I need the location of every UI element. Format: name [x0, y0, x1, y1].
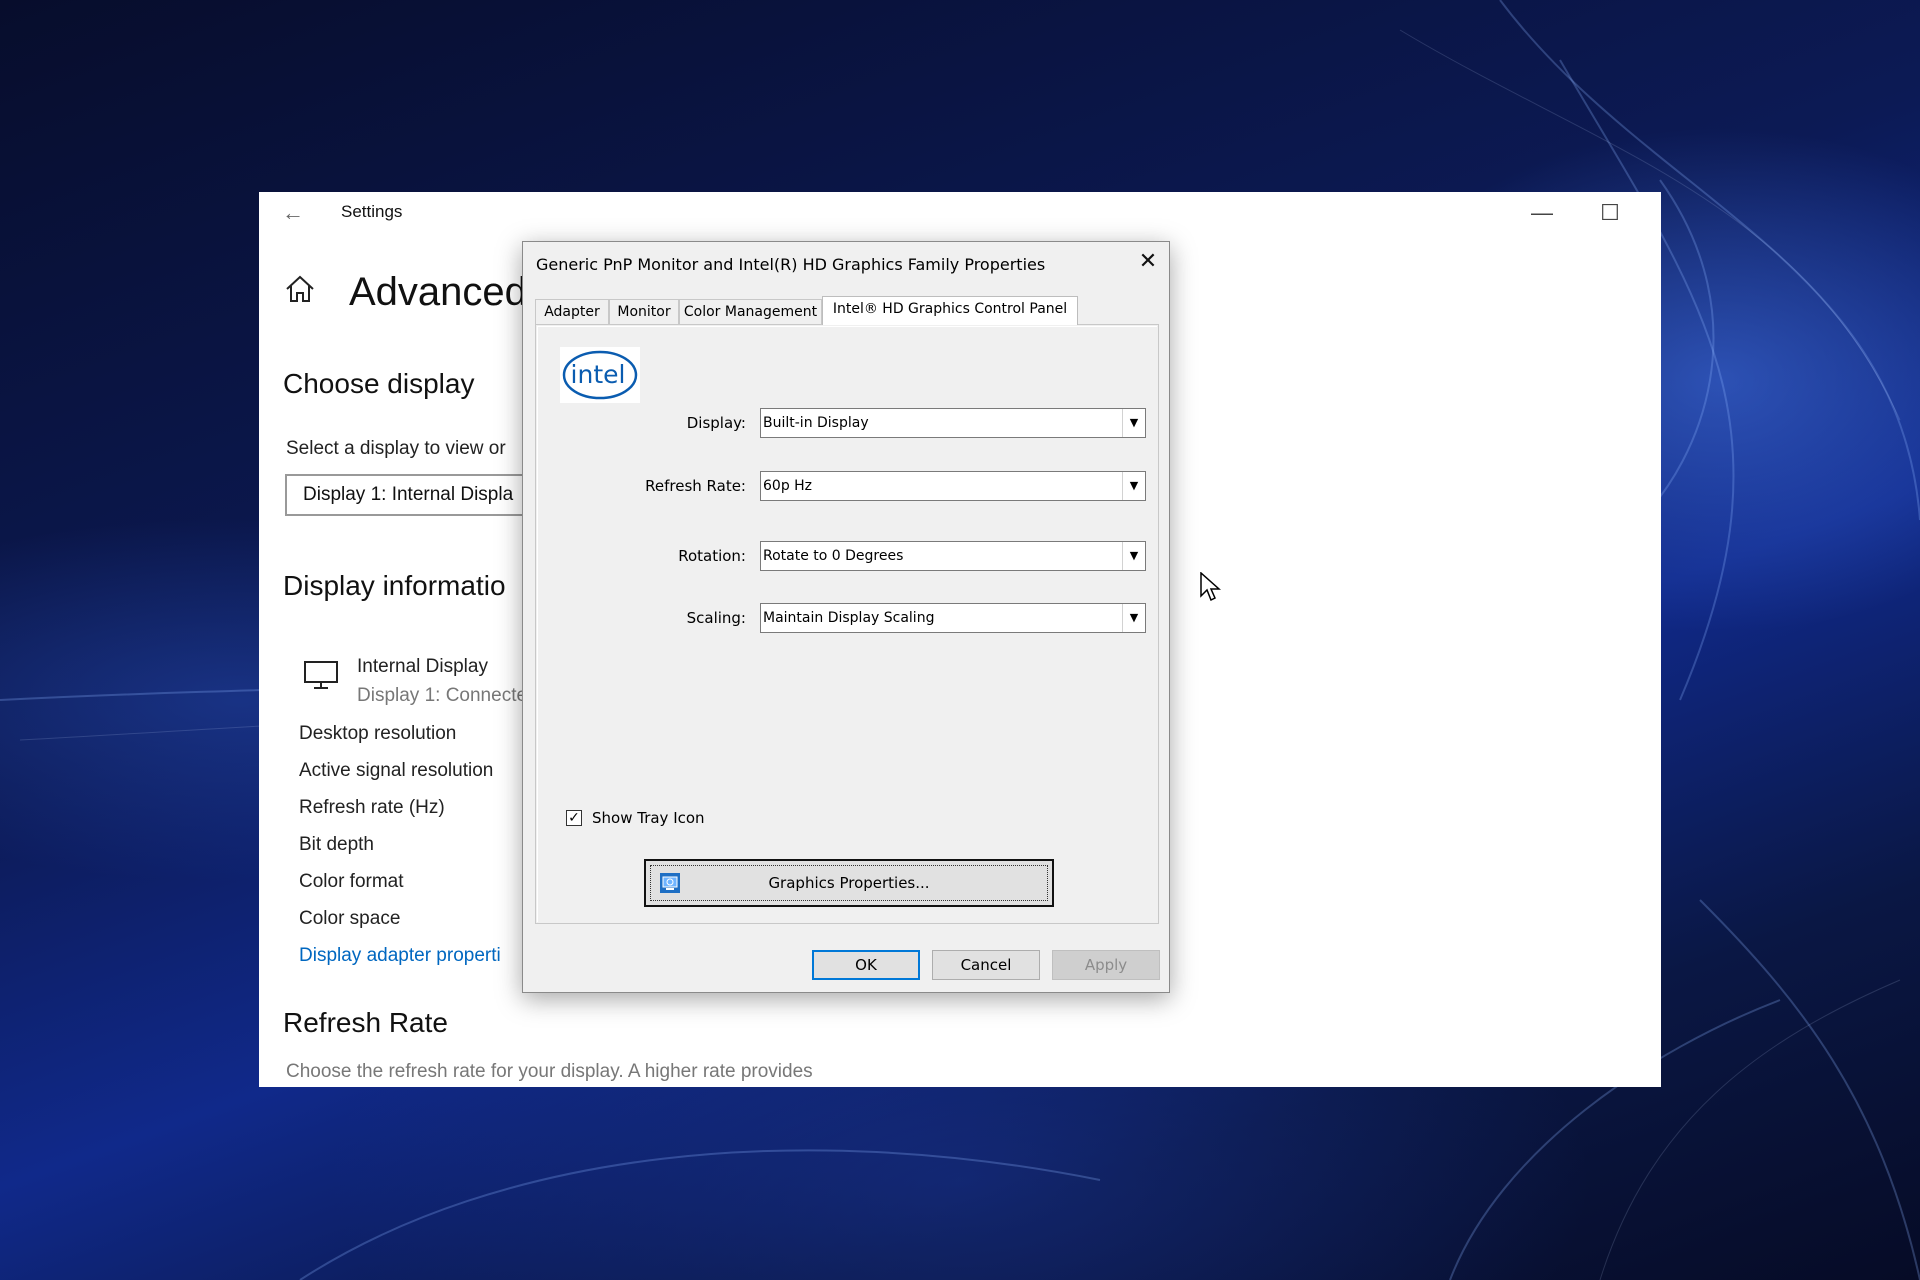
cancel-button[interactable]: Cancel	[932, 950, 1040, 980]
display-field-label: Display:	[686, 414, 746, 432]
checkmark-icon: ✓	[568, 810, 580, 826]
color-format-label: Color format	[299, 871, 404, 892]
refresh-rate-dropdown[interactable]: 60p Hz ▼	[760, 471, 1146, 501]
color-space-label: Color space	[299, 908, 401, 929]
intel-control-panel-tab-panel: intel Display: Built-in Display ▼ Refres…	[535, 324, 1159, 924]
tab-intel-hd-graphics-control-panel[interactable]: Intel® HD Graphics Control Panel	[822, 296, 1078, 325]
rotation-dropdown-value: Rotate to 0 Degrees	[763, 548, 904, 564]
show-tray-icon-checkbox[interactable]: ✓	[566, 810, 582, 826]
dialog-close-button[interactable]: ✕	[1130, 246, 1166, 278]
choose-display-description: Select a display to view or	[286, 438, 506, 459]
settings-window-title: Settings	[341, 202, 403, 221]
show-tray-icon-label: Show Tray Icon	[592, 809, 705, 827]
dialog-title: Generic PnP Monitor and Intel(R) HD Grap…	[536, 255, 1046, 274]
scaling-dropdown[interactable]: Maintain Display Scaling ▼	[760, 603, 1146, 633]
scaling-field-label: Scaling:	[686, 609, 746, 627]
properties-dialog: Generic PnP Monitor and Intel(R) HD Grap…	[522, 241, 1170, 993]
display-adapter-properties-link[interactable]: Display adapter properti	[299, 945, 501, 967]
close-window-button[interactable]: ✕	[1645, 194, 1661, 232]
maximize-button[interactable]: ☐	[1577, 194, 1643, 232]
rotation-field-label: Rotation:	[678, 547, 746, 565]
display-dropdown[interactable]: Built-in Display ▼	[760, 408, 1146, 438]
bit-depth-label: Bit depth	[299, 834, 374, 855]
choose-display-heading: Choose display	[283, 368, 475, 399]
refresh-rate-field-label: Refresh Rate:	[645, 477, 746, 495]
internal-display-name: Internal Display	[357, 656, 488, 677]
scaling-dropdown-value: Maintain Display Scaling	[763, 610, 935, 626]
internal-display-status: Display 1: Connecte	[357, 685, 528, 706]
active-signal-resolution-label: Active signal resolution	[299, 760, 494, 781]
intel-logo: intel	[560, 347, 640, 403]
desktop-resolution-label: Desktop resolution	[299, 723, 457, 744]
svg-text:intel: intel	[571, 360, 626, 389]
mouse-cursor-icon	[1200, 572, 1221, 602]
display-dropdown-value: Built-in Display	[763, 415, 869, 431]
tab-monitor[interactable]: Monitor	[609, 299, 679, 324]
tab-color-management[interactable]: Color Management	[679, 299, 822, 324]
chevron-down-icon[interactable]: ▼	[1122, 542, 1145, 570]
back-arrow-icon[interactable]: ←	[273, 198, 313, 228]
graphics-properties-button[interactable]: Graphics Properties...	[644, 859, 1054, 907]
chevron-down-icon[interactable]: ▼	[1122, 604, 1145, 632]
home-icon[interactable]	[283, 272, 317, 306]
monitor-icon	[304, 661, 338, 689]
graphics-properties-label: Graphics Properties...	[768, 874, 930, 892]
refresh-rate-label: Refresh rate (Hz)	[299, 797, 445, 818]
chevron-down-icon[interactable]: ▼	[1122, 472, 1145, 500]
refresh-rate-description: Choose the refresh rate for your display…	[286, 1061, 813, 1082]
tab-adapter[interactable]: Adapter	[535, 299, 609, 324]
minimize-button[interactable]: —	[1509, 194, 1575, 232]
settings-titlebar: ← Settings — ☐ ✕	[259, 192, 1661, 234]
chevron-down-icon[interactable]: ▼	[1122, 409, 1145, 437]
ok-button[interactable]: OK	[812, 950, 920, 980]
display-information-heading: Display informatio	[283, 570, 506, 601]
apply-button[interactable]: Apply	[1052, 950, 1160, 980]
refresh-rate-dropdown-value: 60p Hz	[763, 478, 813, 494]
refresh-rate-heading: Refresh Rate	[283, 1007, 448, 1038]
page-title: Advanced	[349, 270, 527, 314]
rotation-dropdown[interactable]: Rotate to 0 Degrees ▼	[760, 541, 1146, 571]
